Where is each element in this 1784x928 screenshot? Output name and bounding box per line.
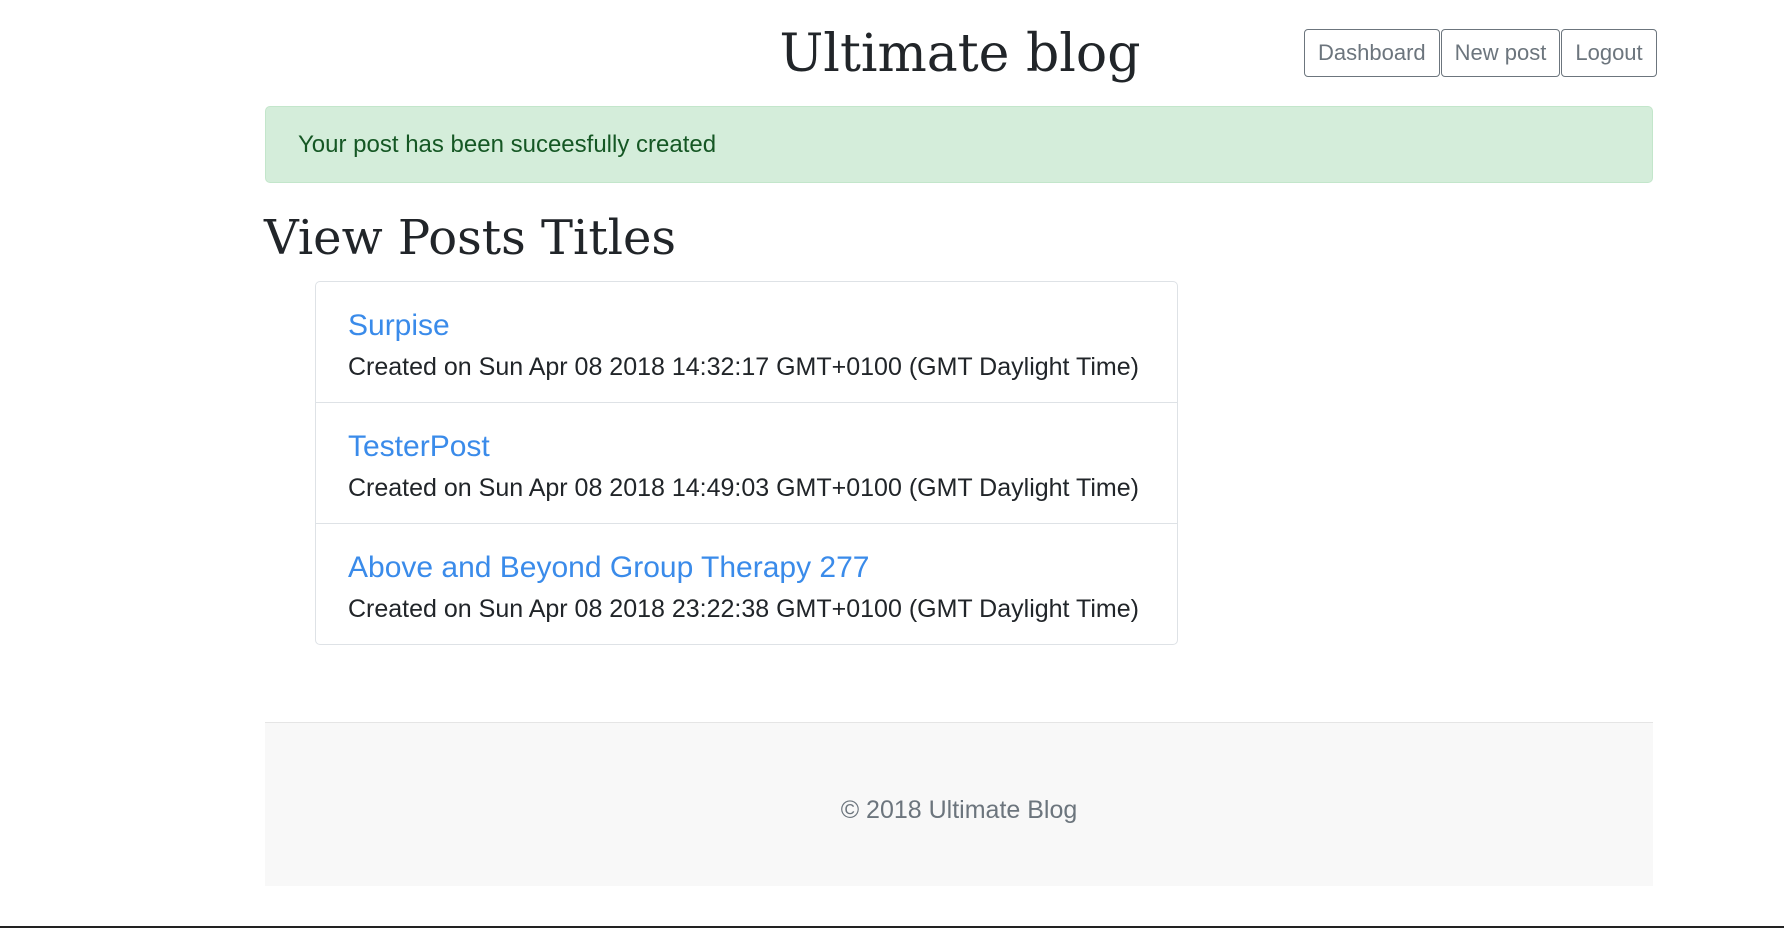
page-heading: View Posts Titles [264, 210, 677, 266]
dashboard-button[interactable]: Dashboard [1304, 29, 1440, 77]
success-alert: Your post has been suceesfully created [265, 106, 1653, 183]
logout-button[interactable]: Logout [1561, 29, 1657, 77]
header-nav: Dashboard New post Logout [1304, 29, 1657, 77]
new-post-button[interactable]: New post [1440, 29, 1561, 77]
post-title-link[interactable]: Above and Beyond Group Therapy 277 [348, 548, 1145, 588]
alert-message: Your post has been suceesfully created [298, 131, 717, 158]
post-created-date: Created on Sun Apr 08 2018 14:32:17 GMT+… [348, 353, 1139, 381]
post-title-link[interactable]: TesterPost [348, 427, 1145, 467]
page: Ultimate blog Dashboard New post Logout … [0, 0, 1784, 928]
post-title-link[interactable]: Surpise [348, 306, 1145, 346]
list-item: Surpise Created on Sun Apr 08 2018 14:32… [316, 282, 1177, 403]
footer: © 2018 Ultimate Blog [265, 722, 1653, 886]
footer-copyright: © 2018 Ultimate Blog [840, 796, 1078, 824]
list-item: TesterPost Created on Sun Apr 08 2018 14… [316, 403, 1177, 524]
post-list: Surpise Created on Sun Apr 08 2018 14:32… [315, 281, 1178, 645]
post-created-date: Created on Sun Apr 08 2018 14:49:03 GMT+… [348, 474, 1139, 502]
post-created-date: Created on Sun Apr 08 2018 23:22:38 GMT+… [348, 595, 1139, 623]
list-item: Above and Beyond Group Therapy 277 Creat… [316, 524, 1177, 644]
